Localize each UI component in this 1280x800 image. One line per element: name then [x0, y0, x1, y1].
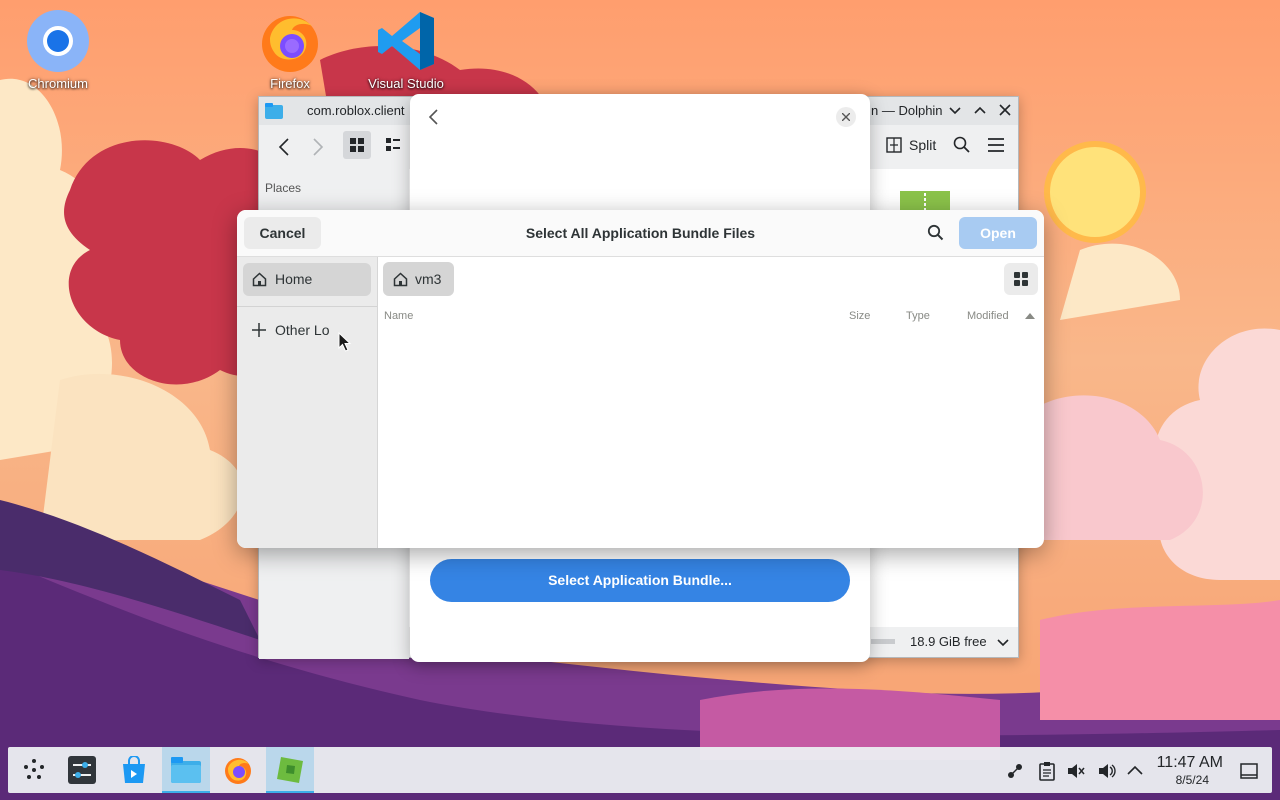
- close-icon: [842, 113, 850, 121]
- firefox-icon: [225, 758, 251, 784]
- maximize-icon[interactable]: [974, 105, 986, 115]
- vscode-icon: [378, 12, 434, 70]
- search-icon[interactable]: [927, 224, 944, 241]
- taskbar-firefox[interactable]: [214, 747, 262, 793]
- application-launcher[interactable]: [10, 747, 58, 793]
- column-header-size[interactable]: Size: [849, 310, 870, 322]
- close-icon[interactable]: [999, 104, 1011, 116]
- split-button[interactable]: Split: [909, 137, 936, 153]
- desktop-icon-vscode[interactable]: Visual Studio: [358, 8, 454, 91]
- sidebar-item-label: Home: [275, 271, 313, 287]
- desktop-icon-label: Chromium: [28, 76, 88, 91]
- desktop-icon-chromium[interactable]: Chromium: [10, 8, 106, 91]
- chevron-up-icon[interactable]: [1125, 761, 1145, 781]
- clipboard-icon[interactable]: [1037, 761, 1057, 781]
- desktop-icon-label: Firefox: [270, 76, 310, 91]
- grid-icon: [1014, 272, 1028, 286]
- network-icon[interactable]: [1005, 761, 1025, 781]
- column-header-modified[interactable]: Modified: [967, 310, 1009, 322]
- store-bag-icon: [123, 756, 145, 783]
- taskbar-sober[interactable]: [266, 747, 314, 793]
- column-header-type[interactable]: Type: [906, 310, 930, 322]
- taskbar: 11:47 AM 8/5/24: [8, 747, 1272, 793]
- file-chooser-dialog: Cancel Select All Application Bundle Fil…: [237, 210, 1044, 548]
- firefox-icon: [262, 16, 318, 72]
- icons-view-button[interactable]: [343, 131, 371, 159]
- mouse-cursor-icon: [338, 332, 352, 352]
- path-button-label: vm3: [415, 271, 442, 287]
- taskbar-discover[interactable]: [110, 747, 158, 793]
- split-icon: [886, 137, 902, 153]
- volume-icon[interactable]: [1097, 761, 1117, 781]
- dolphin-title-suffix: n — Dolphin: [871, 103, 943, 118]
- sidebar-item-label: Other Lo: [275, 322, 330, 338]
- places-sidebar: Home Other Lo: [237, 257, 378, 548]
- clock-time[interactable]: 11:47 AM: [1157, 754, 1223, 772]
- folder-icon: [171, 757, 201, 783]
- dolphin-title: com.roblox.client: [307, 103, 405, 118]
- kde-launcher-icon: [24, 759, 44, 779]
- plus-icon: [252, 323, 266, 337]
- sort-ascending-icon: [1025, 313, 1035, 319]
- sidebar-item-home[interactable]: Home: [243, 263, 371, 296]
- chromium-icon: [27, 10, 89, 72]
- details-view-icon[interactable]: [385, 137, 401, 153]
- file-chooser-header: Cancel Select All Application Bundle Fil…: [237, 210, 1044, 257]
- view-mode-button[interactable]: [1004, 263, 1038, 295]
- folder-icon: [265, 103, 283, 119]
- path-button-vm3[interactable]: vm3: [383, 262, 454, 296]
- close-button[interactable]: [836, 107, 856, 127]
- clock-date[interactable]: 8/5/24: [1176, 773, 1209, 787]
- free-space-bar: [871, 639, 895, 644]
- home-icon: [393, 272, 408, 287]
- file-list[interactable]: [379, 330, 1044, 548]
- muted-microphone-icon[interactable]: [1066, 761, 1086, 781]
- app-logo-icon: [277, 757, 303, 783]
- taskbar-system-settings[interactable]: [58, 747, 106, 793]
- select-application-bundle-button[interactable]: Select Application Bundle...: [430, 559, 850, 602]
- forward-icon[interactable]: [311, 137, 325, 157]
- taskbar-dolphin[interactable]: [162, 747, 210, 793]
- chevron-down-icon[interactable]: [997, 638, 1009, 648]
- desktop-icon-label: Visual Studio: [368, 76, 444, 91]
- search-icon[interactable]: [953, 136, 971, 154]
- dialog-title: Select All Application Bundle Files: [525, 225, 756, 241]
- show-desktop-icon[interactable]: [1239, 761, 1259, 781]
- chevron-down-icon[interactable]: [949, 106, 961, 116]
- back-icon[interactable]: [277, 137, 291, 157]
- places-heading: Places: [265, 181, 302, 195]
- desktop-icon-firefox[interactable]: Firefox: [242, 8, 338, 91]
- grid-icon: [350, 138, 364, 152]
- settings-icon: [68, 756, 96, 784]
- home-icon: [252, 272, 267, 287]
- hamburger-menu-icon[interactable]: [987, 137, 1005, 153]
- sidebar-separator: [237, 306, 377, 307]
- column-header-name[interactable]: Name: [384, 310, 413, 322]
- open-button[interactable]: Open: [959, 217, 1037, 249]
- back-icon[interactable]: [427, 108, 439, 126]
- free-space-label[interactable]: 18.9 GiB free: [910, 634, 987, 649]
